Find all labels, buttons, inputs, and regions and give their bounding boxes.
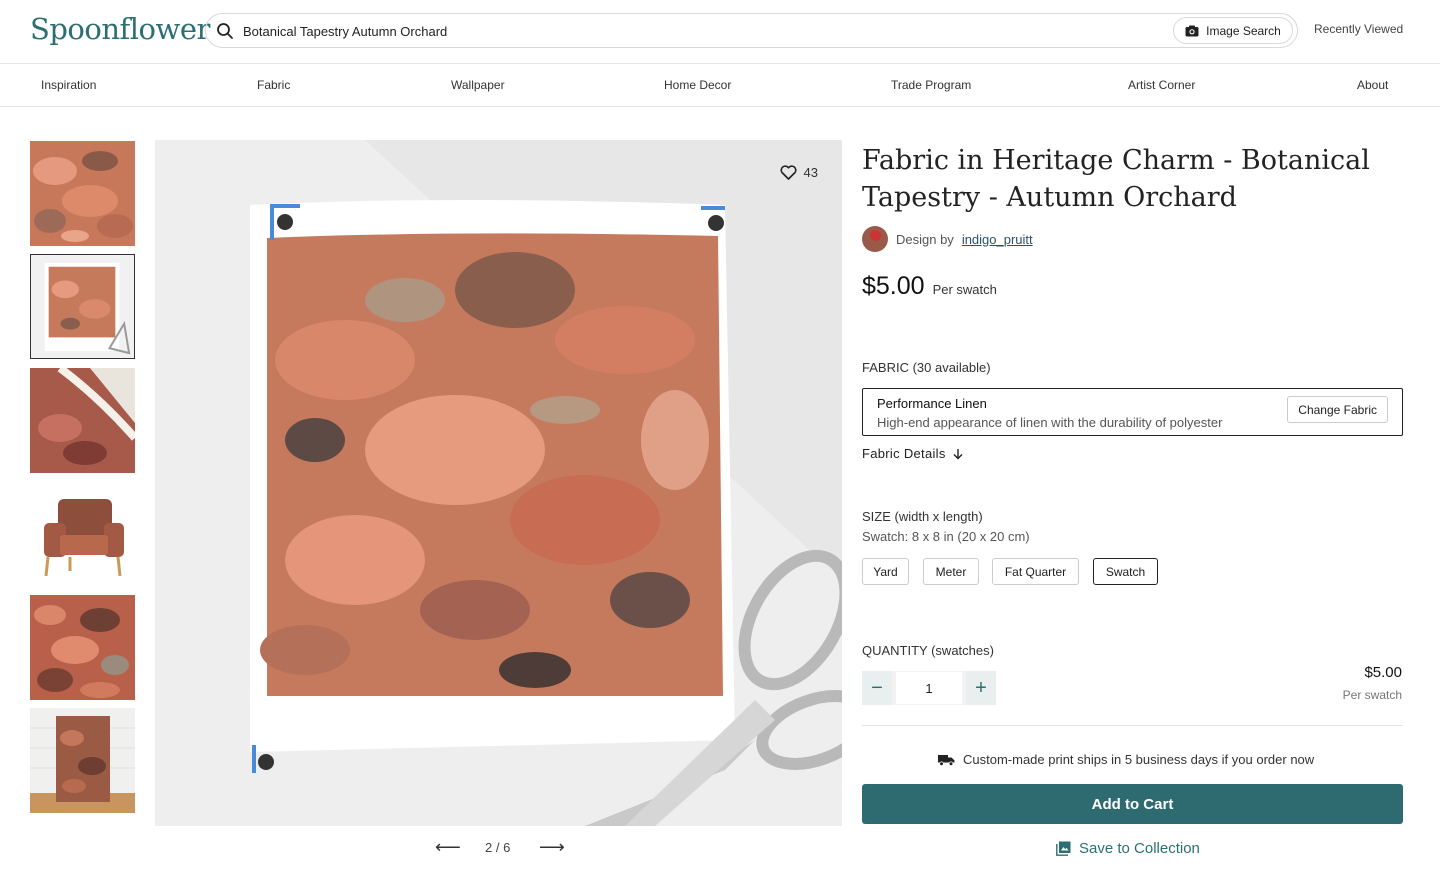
arrow-left-icon[interactable]: ⟵	[435, 838, 461, 856]
fabric-drape-thumbnail-image	[30, 368, 135, 473]
heart-icon[interactable]	[780, 165, 797, 180]
spoonflower-logo[interactable]: Spoonflower	[30, 12, 210, 46]
blanket-thumbnail-image	[30, 708, 135, 813]
fabric-details-label: Fabric Details	[862, 446, 946, 461]
image-search-button[interactable]: Image Search	[1173, 17, 1293, 44]
armchair-thumbnail-image	[30, 481, 135, 586]
thumbnail-5[interactable]	[30, 595, 135, 700]
nav-item-about[interactable]: About	[1357, 78, 1388, 92]
subtotal-amount: $5.00	[1364, 664, 1402, 681]
subtotal-unit: Per swatch	[1342, 688, 1402, 702]
designer-credit: Design by indigo_pruitt	[862, 226, 1033, 252]
change-fabric-button[interactable]: Change Fabric	[1287, 396, 1388, 423]
shipping-notice: Custom-made print ships in 5 business da…	[938, 752, 1314, 767]
quantity-input[interactable]	[896, 672, 962, 704]
divider	[862, 725, 1403, 726]
search-icon[interactable]	[216, 22, 234, 40]
thumbnail-1[interactable]	[30, 141, 135, 246]
camera-icon	[1185, 25, 1199, 36]
price-unit: Per swatch	[932, 282, 997, 297]
add-to-cart-button[interactable]: Add to Cart	[862, 784, 1403, 824]
size-label: SIZE (width x length)	[862, 509, 983, 524]
size-option-swatch[interactable]: Swatch	[1093, 558, 1158, 585]
save-to-collection-button[interactable]: Save to Collection	[1056, 840, 1200, 857]
image-pager: ⟵ 2 / 6 ⟶	[435, 838, 565, 858]
increase-quantity-button[interactable]: +	[966, 671, 996, 705]
nav-item-home-decor[interactable]: Home Decor	[664, 78, 731, 92]
quantity-stepper: − +	[862, 671, 996, 705]
price-amount: $5.00	[862, 272, 925, 300]
fabric-label: FABRIC (30 available)	[862, 360, 991, 375]
favorite-count: 43	[803, 165, 818, 180]
collection-icon	[1056, 841, 1071, 856]
truck-icon	[938, 754, 955, 766]
decrease-quantity-button[interactable]: −	[862, 671, 892, 705]
pager-count: 2 / 6	[485, 840, 511, 855]
save-to-collection-label: Save to Collection	[1079, 840, 1200, 857]
favorite-control[interactable]: 43	[780, 165, 818, 180]
nav-item-artist-corner[interactable]: Artist Corner	[1128, 78, 1195, 92]
nav-item-wallpaper[interactable]: Wallpaper	[451, 78, 505, 92]
main-product-image[interactable]: 43	[155, 140, 842, 826]
search-bar[interactable]: Image Search	[205, 13, 1298, 48]
nav-item-fabric[interactable]: Fabric	[257, 78, 290, 92]
quantity-label: QUANTITY (swatches)	[862, 643, 994, 658]
shipping-text: Custom-made print ships in 5 business da…	[963, 752, 1315, 767]
thumbnail-2[interactable]	[30, 254, 135, 359]
fabric-description: High-end appearance of linen with the du…	[877, 415, 1223, 430]
size-option-fat-quarter[interactable]: Fat Quarter	[992, 558, 1079, 585]
nav-item-trade-program[interactable]: Trade Program	[891, 78, 971, 92]
main-nav: Inspiration Fabric Wallpaper Home Decor …	[0, 64, 1440, 107]
arrow-down-icon	[953, 448, 963, 459]
search-input[interactable]	[243, 19, 1143, 43]
size-selected-desc: Swatch: 8 x 8 in (20 x 20 cm)	[862, 529, 1030, 544]
pattern-thumbnail-image	[30, 595, 135, 700]
arrow-right-icon[interactable]: ⟶	[539, 838, 565, 856]
designer-link[interactable]: indigo_pruitt	[962, 232, 1033, 247]
swatch-thumbnail-image	[31, 255, 134, 358]
thumbnail-6[interactable]	[30, 708, 135, 813]
fabric-thumbnail-image	[30, 141, 135, 246]
fabric-name: Performance Linen	[877, 396, 987, 411]
site-header: Spoonflower Image Search Recently Viewed	[0, 0, 1440, 64]
fabric-details-toggle[interactable]: Fabric Details	[862, 446, 964, 461]
size-option-yard[interactable]: Yard	[862, 558, 909, 585]
thumbnail-3[interactable]	[30, 368, 135, 473]
design-by-label: Design by	[896, 231, 954, 247]
recently-viewed-link[interactable]: Recently Viewed	[1314, 22, 1403, 36]
fabric-selector: Performance Linen High-end appearance of…	[862, 388, 1403, 436]
price-display: $5.00 Per swatch	[862, 272, 997, 301]
image-search-label: Image Search	[1206, 23, 1281, 38]
designer-avatar[interactable]	[862, 226, 888, 252]
product-title: Fabric in Heritage Charm - Botanical Tap…	[862, 145, 1370, 213]
size-option-meter[interactable]: Meter	[923, 558, 979, 585]
nav-item-inspiration[interactable]: Inspiration	[41, 78, 96, 92]
thumbnail-4[interactable]	[30, 481, 135, 586]
fabric-swatch-image	[155, 140, 842, 826]
